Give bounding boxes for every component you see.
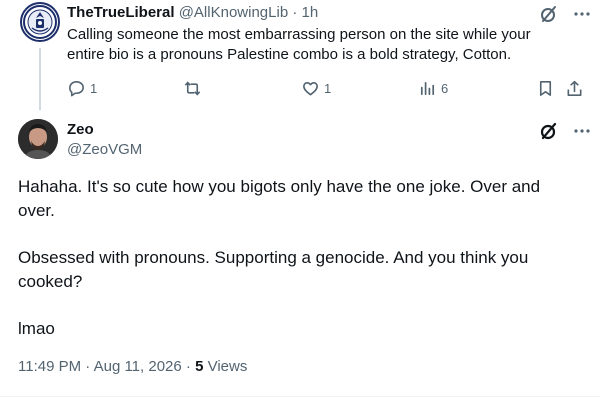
- reply-button[interactable]: 1: [67, 78, 97, 98]
- grok-icon[interactable]: [539, 4, 559, 24]
- share-button[interactable]: [565, 78, 584, 98]
- parent-tweet[interactable]: TheTrueLiberal @AllKnowingLib · 1h Calli…: [0, 0, 600, 110]
- display-name[interactable]: Zeo: [67, 121, 94, 138]
- parent-tweet-header: TheTrueLiberal @AllKnowingLib · 1h: [67, 4, 318, 21]
- more-options-icon[interactable]: [573, 122, 591, 140]
- bookmark-icon: [539, 80, 552, 96]
- retweet-button[interactable]: [183, 78, 206, 98]
- tweet-metadata: 11:49 PM · Aug 11, 2026 · 5 Views: [18, 358, 247, 375]
- reply-tweet-text: Hahaha. It's so cute how you bigots only…: [18, 175, 578, 364]
- avatar[interactable]: [18, 119, 58, 159]
- bookmark-button[interactable]: [536, 78, 555, 98]
- seal-logo-icon: [23, 5, 57, 39]
- tweet-paragraph: Obsessed with pronouns. Supporting a gen…: [18, 248, 529, 291]
- analytics-icon: [420, 81, 435, 95]
- like-count: 1: [324, 80, 332, 96]
- tweet-timestamp[interactable]: 11:49 PM · Aug 11, 2026: [18, 358, 182, 375]
- like-button[interactable]: 1: [301, 78, 331, 98]
- reply-count: 1: [90, 80, 98, 96]
- parent-tweet-text: Calling someone the most embarrassing pe…: [67, 26, 531, 63]
- views-button[interactable]: 6: [418, 78, 448, 98]
- grok-icon[interactable]: [539, 121, 559, 141]
- views-count: 6: [441, 80, 449, 96]
- separator-dot: ·: [292, 4, 298, 21]
- handle[interactable]: @ZeoVGM: [67, 141, 142, 158]
- display-name[interactable]: TheTrueLiberal: [67, 4, 175, 21]
- reply-icon: [69, 80, 84, 96]
- parent-tweet-corner-actions: [539, 4, 591, 24]
- views-count: 5: [195, 358, 204, 375]
- views-label: Views: [207, 358, 248, 375]
- retweet-icon: [184, 80, 201, 96]
- tweet-paragraph: Hahaha. It's so cute how you bigots only…: [18, 177, 541, 220]
- reply-corner-actions: [539, 121, 591, 141]
- separator-dot: ·: [185, 358, 191, 375]
- divider: [0, 396, 600, 397]
- like-icon: [303, 81, 318, 95]
- share-icon: [567, 80, 582, 96]
- profile-photo: [18, 119, 58, 159]
- avatar[interactable]: [20, 2, 60, 42]
- thread-line: [39, 48, 41, 110]
- more-options-icon[interactable]: [573, 5, 591, 23]
- handle[interactable]: @AllKnowingLib: [179, 4, 288, 21]
- tweet-paragraph: lmao: [18, 319, 55, 338]
- tweet-time[interactable]: 1h: [302, 4, 319, 21]
